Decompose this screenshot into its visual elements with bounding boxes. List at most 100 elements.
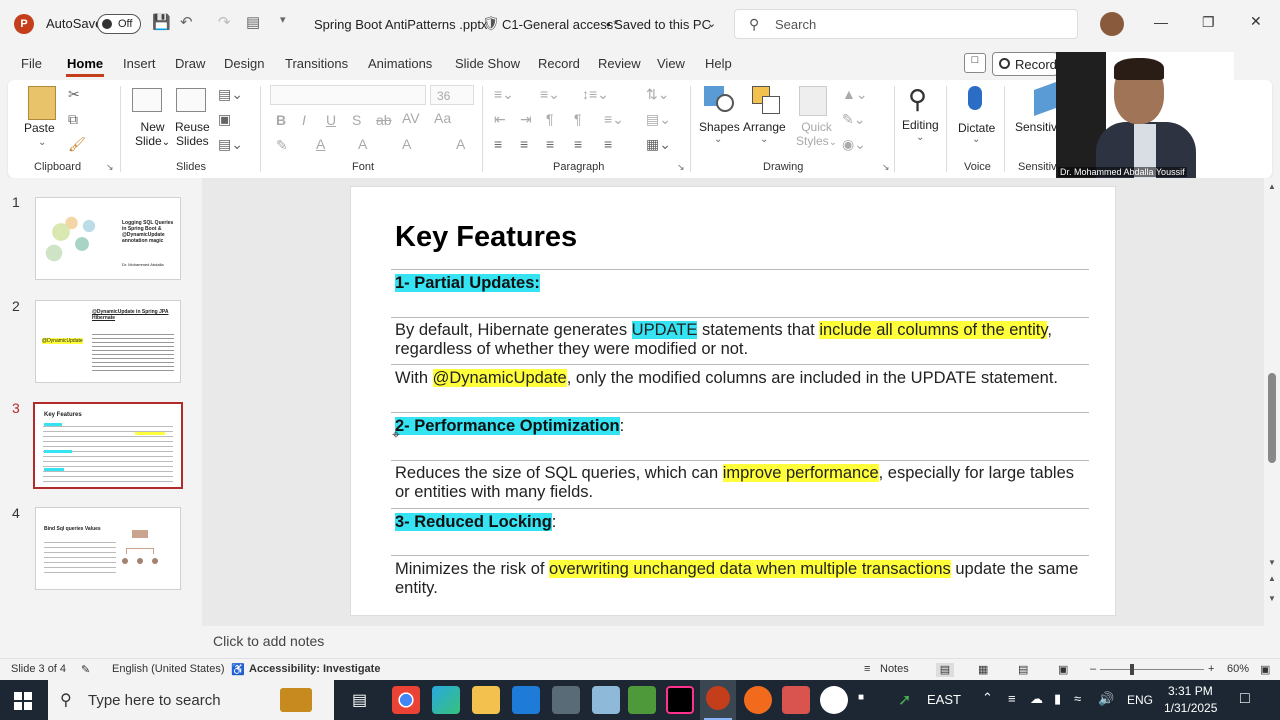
user-avatar[interactable]: [1100, 12, 1124, 36]
fit-to-window-icon[interactable]: ▣: [1260, 663, 1270, 676]
redo-icon[interactable]: ↷: [218, 13, 231, 31]
paint-icon[interactable]: [628, 686, 656, 714]
increase-font-icon[interactable]: A: [358, 136, 367, 152]
chrome-icon[interactable]: [392, 686, 420, 714]
paragraph-performance[interactable]: Reduces the size of SQL queries, which c…: [395, 464, 1085, 502]
notes-button[interactable]: Notes: [880, 663, 909, 675]
tab-transitions[interactable]: Transitions: [285, 56, 348, 71]
decrease-indent-icon[interactable]: ⇤: [494, 111, 506, 128]
autosave-toggle[interactable]: Off: [97, 14, 141, 34]
taskbar-search[interactable]: ⚲ Type here to search: [48, 680, 334, 720]
layout-icon[interactable]: ▤⌄: [218, 86, 243, 103]
text-direction-icon[interactable]: ⇅⌄: [646, 86, 669, 103]
numbering-icon[interactable]: ≡⌄: [540, 86, 560, 103]
align-left-icon[interactable]: ≡: [494, 136, 502, 152]
copy-icon[interactable]: ⧉: [68, 111, 78, 128]
record-button[interactable]: Record: [992, 52, 1058, 76]
ltr-icon[interactable]: ¶: [574, 111, 582, 127]
search-box[interactable]: ⚲ Search: [734, 9, 1078, 39]
notifications-icon[interactable]: □: [1240, 690, 1250, 708]
clear-formatting-icon[interactable]: A: [456, 136, 465, 152]
tab-review[interactable]: Review: [598, 56, 641, 71]
bold-icon[interactable]: B: [276, 112, 286, 128]
slide-thumbnail-3[interactable]: Key Features: [33, 402, 183, 489]
snipping-tool-icon[interactable]: [552, 686, 580, 714]
font-color-icon[interactable]: A: [316, 136, 325, 152]
app-icon[interactable]: ■: [858, 692, 864, 703]
slide-thumbnail-1[interactable]: Logging SQL Queries in Spring Boot & @Dy…: [35, 197, 181, 280]
font-name-input[interactable]: [270, 85, 426, 105]
new-slide-icon[interactable]: [132, 88, 162, 112]
reuse-slides-icon[interactable]: [176, 88, 206, 112]
save-icon[interactable]: 💾: [152, 13, 171, 31]
sensitivity-button[interactable]: Sensitiv: [1015, 120, 1057, 134]
reset-icon[interactable]: ▣: [218, 111, 231, 128]
underline-icon[interactable]: U: [326, 112, 336, 128]
change-case-icon[interactable]: Aa: [434, 110, 451, 126]
network-icon[interactable]: ≡: [1008, 691, 1016, 706]
battery-icon[interactable]: ▮: [1054, 691, 1061, 707]
microphone-icon[interactable]: [968, 86, 982, 110]
shapes-button[interactable]: Shapes: [699, 120, 740, 134]
cloud-icon[interactable]: ☁: [1030, 691, 1043, 707]
tab-insert[interactable]: Insert: [123, 56, 156, 71]
highlight-icon[interactable]: ✎: [276, 137, 288, 154]
document-title[interactable]: Spring Boot AntiPatterns .pptx: [314, 17, 487, 32]
current-slide[interactable]: Key Features 1- Partial Updates: By defa…: [350, 186, 1116, 616]
tab-draw[interactable]: Draw: [175, 56, 205, 71]
reuse-slides-button[interactable]: Reuse Slides: [175, 120, 210, 148]
dialog-launcher-icon[interactable]: ↘: [677, 162, 685, 173]
weather-text[interactable]: EAST: [927, 692, 961, 707]
show-hidden-icons-icon[interactable]: ⌃: [982, 690, 993, 706]
slide-thumbnail-4[interactable]: Bind Sql queries Values: [35, 507, 181, 590]
tab-design[interactable]: Design: [224, 56, 264, 71]
heading-reduced-locking[interactable]: 3- Reduced Locking:: [395, 513, 1085, 532]
paragraph-locking[interactable]: Minimizes the risk of overwriting unchan…: [395, 560, 1085, 598]
rtl-icon[interactable]: ¶: [546, 111, 554, 127]
heading-performance[interactable]: 2- Performance Optimization:: [395, 417, 1085, 436]
mail-icon[interactable]: [512, 686, 540, 714]
language-status[interactable]: English (United States): [112, 663, 225, 675]
increase-indent-icon[interactable]: ⇥: [520, 111, 532, 128]
smartart-icon[interactable]: ▦⌄: [646, 136, 671, 153]
italic-icon[interactable]: I: [302, 112, 306, 128]
zoom-slider-thumb[interactable]: [1130, 664, 1134, 675]
shadow-icon[interactable]: S: [352, 112, 361, 128]
notes-placeholder[interactable]: Click to add notes: [213, 633, 324, 649]
chevron-down-icon[interactable]: ⌄: [38, 137, 46, 148]
zoom-out-icon[interactable]: –: [1090, 663, 1096, 675]
tab-animations[interactable]: Animations: [368, 56, 432, 71]
notes-icon[interactable]: ≡: [864, 663, 870, 675]
bullets-icon[interactable]: ≡⌄: [494, 86, 514, 103]
align-center-icon[interactable]: ≡: [520, 136, 528, 152]
restore-icon[interactable]: ❐: [1202, 14, 1215, 31]
zoom-slider[interactable]: [1100, 669, 1204, 670]
slide-sorter-icon[interactable]: ▦: [978, 663, 988, 676]
dialog-launcher-icon[interactable]: ↘: [882, 162, 890, 173]
close-icon[interactable]: ✕: [1250, 13, 1262, 30]
search-input[interactable]: Search: [775, 17, 816, 32]
volume-icon[interactable]: 🔊: [1098, 691, 1114, 707]
align-right-icon[interactable]: ≡: [546, 136, 554, 152]
zoom-in-icon[interactable]: +: [1208, 663, 1214, 675]
vertical-scrollbar[interactable]: ▲ ▼ ▲ ▼: [1264, 178, 1280, 658]
cut-icon[interactable]: ✂: [68, 86, 80, 103]
accessibility-status[interactable]: Accessibility: Investigate: [249, 663, 380, 675]
shape-fill-icon[interactable]: ▲⌄: [842, 86, 868, 103]
chevron-down-icon[interactable]: ⌄: [916, 132, 924, 143]
zoom-level[interactable]: 60%: [1227, 663, 1249, 675]
chevron-down-icon[interactable]: ⌄: [760, 134, 768, 145]
notes-pane[interactable]: Click to add notes: [202, 628, 1264, 656]
powerpoint-taskbar-active[interactable]: [700, 680, 736, 720]
editing-button[interactable]: Editing: [902, 118, 939, 132]
scroll-down-icon[interactable]: ▼: [1268, 558, 1276, 567]
search-icon[interactable]: ⚲: [908, 84, 927, 115]
dialog-launcher-icon[interactable]: ↘: [106, 162, 114, 173]
sensitivity-label[interactable]: C1-General access*: [502, 17, 618, 32]
paste-button[interactable]: Paste: [24, 121, 55, 135]
line-spacing-icon[interactable]: ↕≡⌄: [582, 86, 609, 103]
comments-icon[interactable]: □: [964, 53, 986, 73]
accessibility-icon[interactable]: ♿: [231, 663, 245, 676]
new-slide-button[interactable]: New Slide⌄: [135, 120, 170, 148]
paragraph-default-update[interactable]: By default, Hibernate generates UPDATE s…: [395, 321, 1085, 359]
